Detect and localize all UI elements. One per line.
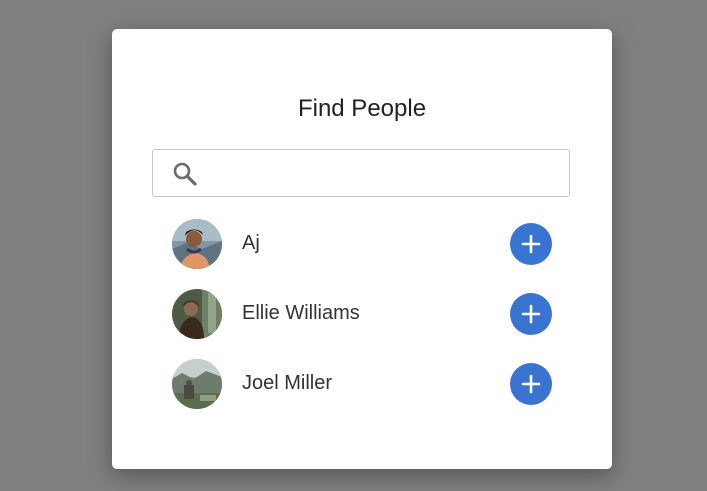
find-people-dialog: Find People Aj Ellie Williams Joel Mille… [112,29,612,469]
list-item: Ellie Williams [172,289,552,339]
add-person-button[interactable] [510,223,552,265]
add-person-button[interactable] [510,363,552,405]
person-name: Ellie Williams [242,302,360,324]
plus-icon [521,374,541,394]
person-name: Aj [242,232,260,254]
people-list: Aj Ellie Williams Joel Miller [172,219,552,429]
list-item: Aj [172,219,552,269]
person-name: Joel Miller [242,372,333,394]
dialog-title: Find People [297,95,427,122]
avatar [172,219,222,269]
avatar [172,359,222,409]
search-icon [171,160,199,188]
search-input[interactable] [211,156,555,192]
avatar [172,289,222,339]
search-box[interactable] [152,149,570,197]
plus-icon [521,234,541,254]
add-person-button[interactable] [510,293,552,335]
plus-icon [521,304,541,324]
list-item: Joel Miller [172,359,552,409]
